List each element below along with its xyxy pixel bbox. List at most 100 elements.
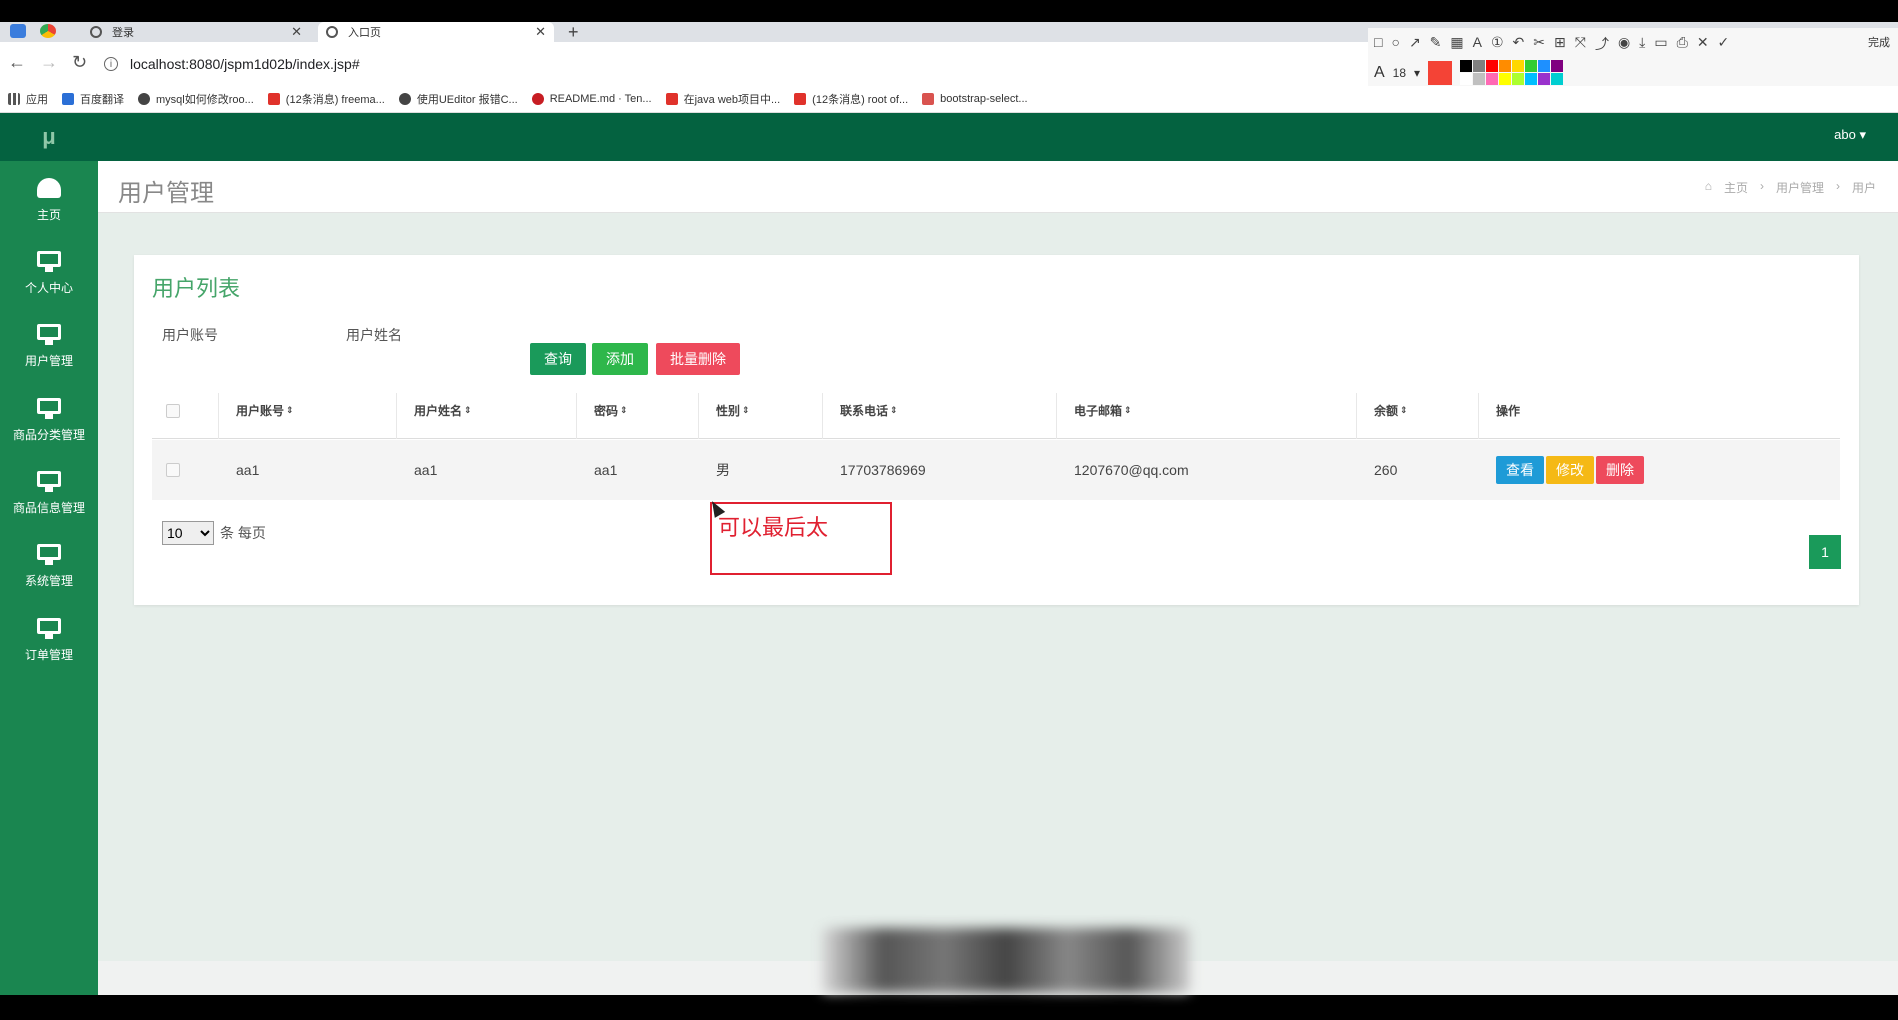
edit-button[interactable]: 修改 [1546, 456, 1594, 484]
active-color-swatch[interactable] [1428, 60, 1453, 85]
sidebar-item-home[interactable]: 主页 [0, 165, 98, 235]
user-menu[interactable]: abo ▾ [1834, 127, 1866, 143]
color-swatch[interactable] [1538, 73, 1551, 85]
tab-login[interactable]: 登录 ✕ [82, 22, 310, 42]
color-swatch[interactable] [1551, 73, 1564, 85]
row-checkbox[interactable] [166, 440, 180, 500]
tab-entry[interactable]: 入口页 ✕ [318, 22, 554, 42]
save-icon[interactable]: ⎙ [1677, 34, 1688, 54]
bookmark-item[interactable]: 百度翻译 [62, 91, 124, 107]
breadcrumb-home[interactable]: 主页 [1724, 179, 1748, 196]
page-size-select[interactable]: 10 [162, 521, 214, 545]
csdn-icon [665, 93, 678, 105]
annotation-text-box[interactable]: 可以最后太 [710, 502, 892, 575]
reload-icon[interactable]: ↻ [72, 52, 87, 73]
add-button[interactable]: 添加 [592, 343, 648, 375]
forward-arrow-icon[interactable]: → [40, 52, 58, 73]
done-icon[interactable]: ✓ [1718, 34, 1730, 54]
color-swatch[interactable] [1525, 60, 1538, 72]
close-tab-icon[interactable]: ✕ [291, 24, 302, 40]
number-tool-icon[interactable]: ① [1491, 34, 1504, 54]
bookmark-apps[interactable]: 应用 [8, 91, 48, 107]
chevron-down-icon[interactable]: ▾ [1414, 66, 1420, 80]
close-icon[interactable]: ✕ [1697, 34, 1709, 54]
select-all-checkbox[interactable] [166, 383, 180, 438]
color-swatch[interactable] [1460, 60, 1473, 72]
annotation-text[interactable]: 可以最后太 [718, 510, 828, 542]
close-tab-icon[interactable]: ✕ [535, 24, 546, 40]
column-header-actions: 操作 [1496, 404, 1521, 418]
done-label[interactable]: 完成 [1868, 34, 1890, 50]
tab-label: 入口页 [348, 27, 381, 39]
color-swatch[interactable] [1538, 60, 1551, 72]
copy-icon[interactable]: ▭ [1654, 34, 1667, 54]
chrome-icon[interactable] [40, 24, 56, 38]
gitee-icon [531, 93, 544, 105]
color-swatch[interactable] [1525, 73, 1538, 85]
column-header[interactable]: 电子邮箱 ⇕ [1074, 383, 1132, 438]
color-swatch[interactable] [1473, 73, 1486, 85]
breadcrumb-separator: › [1759, 179, 1764, 193]
ellipse-tool-icon[interactable]: ○ [1391, 34, 1399, 54]
pagination-page[interactable]: 1 [1809, 535, 1841, 569]
bookmark-item[interactable]: 使用UEditor 报错C... [398, 91, 518, 107]
mail-icon[interactable] [10, 24, 26, 38]
bookmark-item[interactable]: mysql如何修改roo... [138, 91, 254, 107]
sidebar-item-product-management[interactable]: 商品信息管理 [0, 458, 98, 528]
sidebar-item-personal-center[interactable]: 个人中心 [0, 238, 98, 308]
color-swatch[interactable] [1499, 73, 1512, 85]
pen-tool-icon[interactable]: ✎ [1430, 34, 1442, 54]
font-size-select[interactable]: 18 [1393, 66, 1406, 80]
bookmark-item[interactable]: 在java web项目中... [665, 91, 780, 107]
translate-icon[interactable]: ⊞ [1554, 34, 1566, 54]
bookmark-item[interactable]: bootstrap-select... [922, 93, 1028, 105]
text-tool-icon[interactable]: A [1473, 34, 1482, 54]
sidebar-item-category-management[interactable]: 商品分类管理 [0, 385, 98, 455]
sidebar-item-system-management[interactable]: 系统管理 [0, 531, 98, 601]
annotation-toolbar: □ ○ ↗ ✎ ▦ A ① ↶ ✂ ⊞ ⤧ ⤴ ◉ ⤓ ▭ ⎙ ✕ ✓ 完成 A… [1368, 28, 1898, 86]
column-header[interactable]: 余额 ⇕ [1374, 383, 1408, 438]
sidebar-item-label: 订单管理 [24, 647, 73, 662]
batch-delete-button[interactable]: 批量删除 [656, 343, 740, 375]
bookmark-item[interactable]: README.md · Ten... [531, 93, 652, 105]
share-icon[interactable]: ⤴ [1595, 34, 1609, 54]
arrow-tool-icon[interactable]: ↗ [1409, 34, 1421, 54]
bookmark-item[interactable]: (12条消息) root of... [794, 91, 908, 107]
color-swatch[interactable] [1473, 60, 1486, 72]
color-swatch[interactable] [1499, 60, 1512, 72]
mosaic-tool-icon[interactable]: ▦ [1450, 34, 1463, 54]
view-button[interactable]: 查看 [1496, 456, 1544, 484]
address-bar[interactable]: i localhost:8080/jspm1d02b/index.jsp# [104, 50, 1354, 78]
column-header[interactable]: 密码 ⇕ [594, 383, 628, 438]
column-header[interactable]: 联系电话 ⇕ [840, 383, 898, 438]
color-swatch[interactable] [1486, 73, 1499, 85]
download-icon[interactable]: ⤓ [1639, 34, 1645, 54]
cell-name: aa1 [414, 462, 438, 478]
back-arrow-icon[interactable]: ← [8, 52, 26, 73]
query-button[interactable]: 查询 [530, 343, 586, 375]
undo-icon[interactable]: ↶ [1513, 34, 1525, 54]
color-swatch[interactable] [1551, 60, 1564, 72]
ocr-icon[interactable]: ⤧ [1575, 34, 1586, 54]
bookmark-item[interactable]: (12条消息) freema... [267, 91, 385, 107]
sidebar-item-order-management[interactable]: 订单管理 [0, 605, 98, 675]
info-icon[interactable]: i [104, 57, 118, 71]
color-swatch[interactable] [1512, 73, 1525, 85]
new-tab-button[interactable]: + [568, 22, 579, 42]
record-icon[interactable]: ◉ [1618, 34, 1630, 54]
bookmark-icon [922, 93, 935, 105]
pin-icon[interactable]: ✂ [1533, 34, 1545, 54]
color-swatch[interactable] [1486, 60, 1499, 72]
color-swatch[interactable] [1460, 73, 1473, 85]
column-header[interactable]: 用户姓名 ⇕ [414, 383, 472, 438]
column-header[interactable]: 用户账号 ⇕ [236, 383, 294, 438]
rectangle-tool-icon[interactable]: □ [1374, 34, 1382, 54]
breadcrumb-separator: › [1835, 179, 1840, 193]
csdn-icon [794, 93, 807, 105]
breadcrumb-user-management[interactable]: 用户管理 [1776, 179, 1824, 196]
delete-button[interactable]: 删除 [1596, 456, 1644, 484]
column-header[interactable]: 性别 ⇕ [716, 383, 750, 438]
breadcrumb: ⌂ 主页 › 用户管理 › 用户 [1705, 179, 1876, 196]
color-swatch[interactable] [1512, 60, 1525, 72]
sidebar-item-user-management[interactable]: 用户管理 [0, 311, 98, 381]
